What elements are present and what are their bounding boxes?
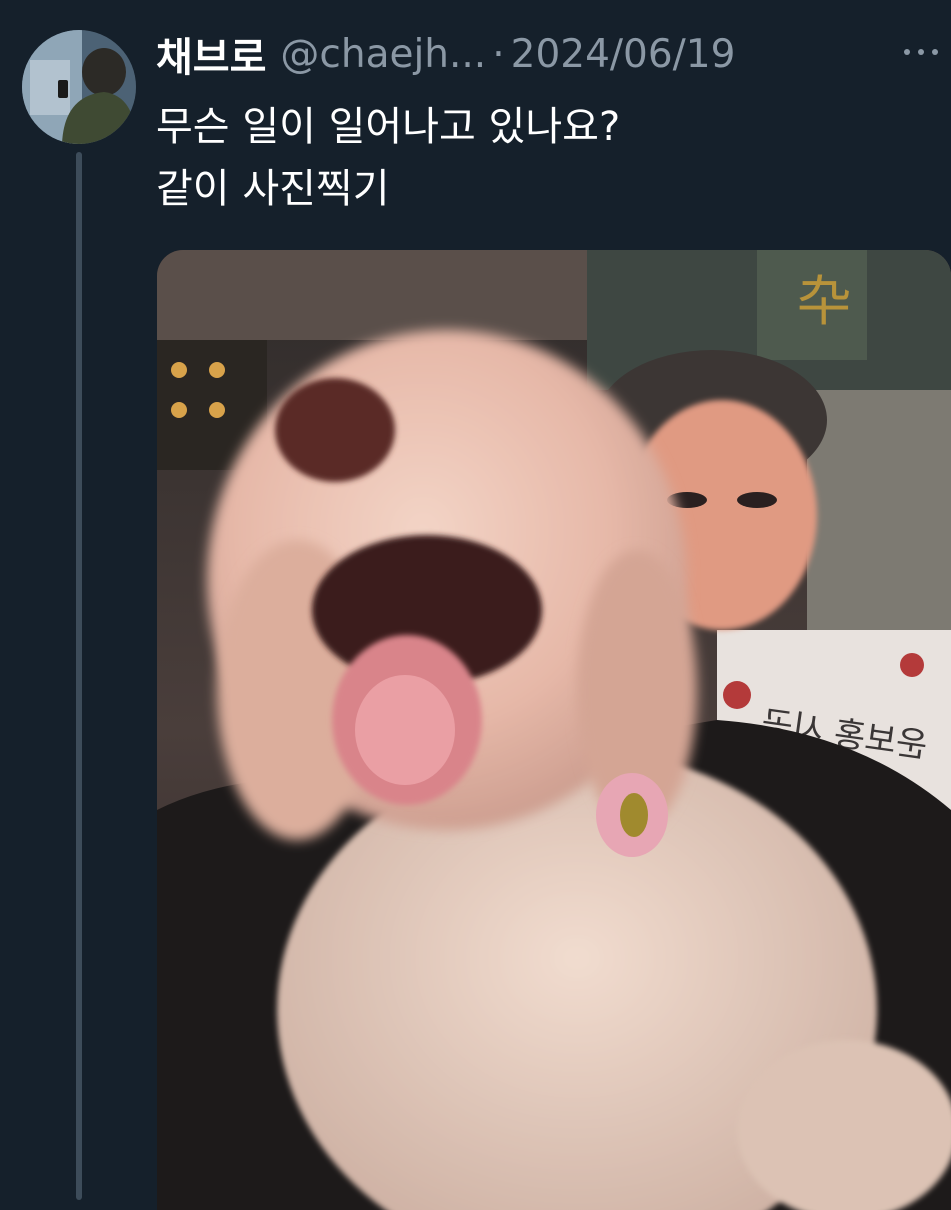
tweet-photo[interactable]: 卆 운보홍 시공: [157, 250, 951, 1210]
tweet-date[interactable]: 2024/06/19: [511, 32, 736, 77]
svg-text:卆: 卆: [797, 270, 851, 333]
tweet[interactable]: 채브로 @chaejh... · 2024/06/19 무슨 일이 일어나고 있…: [0, 0, 951, 1210]
tweet-text-line-1: 무슨 일이 일어나고 있나요?: [156, 104, 621, 150]
display-name[interactable]: 채브로: [156, 25, 266, 83]
tweet-header: 채브로 @chaejh... · 2024/06/19: [156, 24, 735, 84]
more-horizontal-icon[interactable]: [904, 42, 938, 62]
avatar[interactable]: [22, 30, 136, 144]
thread-line: [76, 152, 82, 1200]
tweet-text-line-2: 같이 사진찍기: [156, 166, 390, 212]
separator-dot: ·: [492, 31, 505, 77]
user-handle[interactable]: @chaejh...: [280, 32, 486, 77]
tweet-text: 무슨 일이 일어나고 있나요? 같이 사진찍기: [156, 96, 620, 220]
